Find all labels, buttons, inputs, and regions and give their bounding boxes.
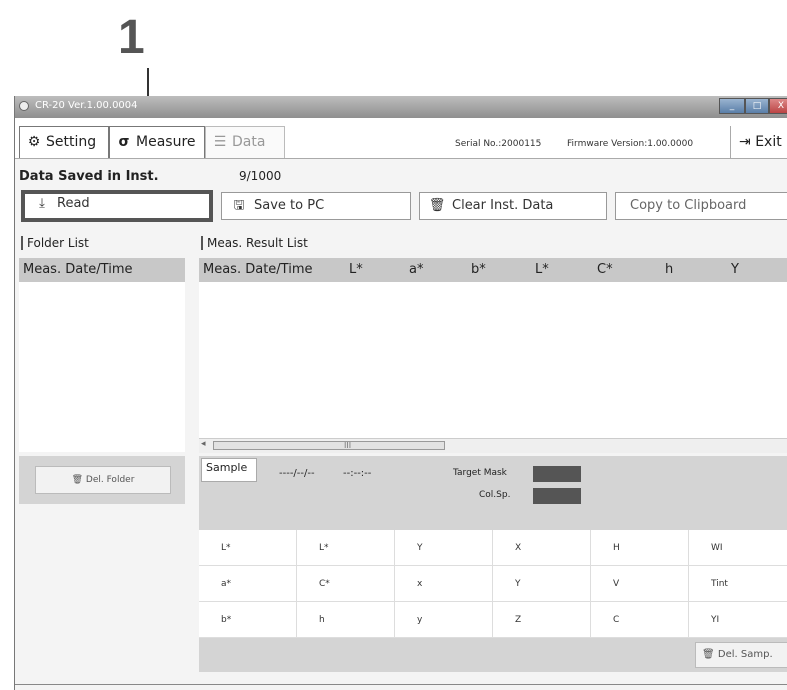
grid-cell: Z [493, 602, 591, 638]
grid-cell: WI [689, 530, 787, 566]
grid-cell: h [297, 602, 395, 638]
grid-cell: Tint [689, 566, 787, 602]
read-label: Read [57, 196, 90, 211]
tab-measure[interactable]: σ Measure [109, 126, 205, 158]
minimize-button[interactable]: _ [719, 98, 745, 114]
read-icon: ⤓ [39, 196, 45, 211]
color-space-swatch [533, 488, 581, 504]
result-column-headers: Meas. Date/Time L* a* b* L* C* h Y [199, 258, 787, 282]
col-l-star-2[interactable]: L* [535, 258, 549, 282]
read-button[interactable]: ⤓ Read [21, 190, 213, 222]
app-icon [19, 101, 29, 111]
close-button[interactable]: X [769, 98, 787, 114]
scroll-left-icon[interactable]: ◂ [201, 439, 206, 449]
tab-setting[interactable]: ⚙ Setting [19, 126, 109, 158]
save-to-pc-button[interactable]: 🖫 Save to PC [221, 192, 411, 220]
delete-sample-button[interactable]: 🗑 Del. Samp. [695, 642, 787, 668]
sample-time: --:--:-- [343, 468, 372, 479]
clear-label: Clear Inst. Data [452, 198, 554, 213]
save-label: Save to PC [254, 198, 325, 213]
delete-sample-label: Del. Samp. [717, 649, 773, 660]
exit-icon: ⇥ [739, 134, 751, 150]
clear-inst-data-button[interactable]: 🗑 Clear Inst. Data [419, 192, 607, 220]
grid-cell: C* [297, 566, 395, 602]
result-list[interactable] [199, 282, 787, 438]
grid-cell: L* [199, 530, 297, 566]
measure-icon: σ [118, 134, 130, 150]
data-saved-label: Data Saved in Inst. [19, 169, 159, 184]
grid-cell: C [591, 602, 689, 638]
grid-cell: V [591, 566, 689, 602]
folder-column-header[interactable]: Meas. Date/Time [19, 258, 185, 282]
firmware-version: Firmware Version:1.00.0000 [567, 139, 694, 149]
tab-data-label: Data [232, 134, 266, 150]
folder-list[interactable] [19, 282, 185, 452]
gear-icon: ⚙ [27, 134, 41, 150]
col-b-star[interactable]: b* [471, 258, 486, 282]
delete-folder-label: Del. Folder [85, 475, 135, 485]
delete-folder-button[interactable]: 🗑 Del. Folder [35, 466, 171, 494]
grid-cell: b* [199, 602, 297, 638]
app-window: CR-20 Ver.1.00.0004 _ □ X ⚙ Setting σ Meas… [14, 96, 787, 690]
scroll-thumb[interactable]: III [213, 441, 445, 450]
target-mask-swatch [533, 466, 581, 482]
exit-label: Exit [755, 134, 782, 150]
tab-measure-label: Measure [136, 134, 196, 150]
col-c-star[interactable]: C* [597, 258, 613, 282]
window-bottom-border [15, 684, 787, 685]
grid-cell: L* [297, 530, 395, 566]
grid-cell: Y [395, 530, 493, 566]
floppy-icon: 🖫 [233, 198, 245, 213]
sample-actions: 🗑 Del. Samp. [199, 638, 787, 672]
data-saved-value: 9/1000 [239, 169, 282, 183]
col-date-time[interactable]: Meas. Date/Time [203, 258, 312, 282]
col-y[interactable]: Y [731, 258, 739, 282]
callout-number: 1 [118, 11, 145, 64]
sample-tab[interactable]: Sample [201, 458, 257, 482]
tab-data[interactable]: ☰ Data [205, 126, 285, 158]
serial-number: Serial No.:2000115 [455, 139, 542, 149]
trash-icon: 🗑 [71, 475, 84, 485]
sample-panel: Sample ----/--/-- --:--:-- Target Mask C… [199, 456, 787, 530]
result-list-header: Meas. Result List [201, 236, 308, 250]
value-grid: L* L* Y X H WI a* C* x Y V Tint b* h y Z C YI [199, 530, 787, 638]
grid-cell: a* [199, 566, 297, 602]
grid-cell: H [591, 530, 689, 566]
col-h[interactable]: h [665, 258, 673, 282]
grid-cell: x [395, 566, 493, 602]
sample-date: ----/--/-- [279, 468, 315, 479]
target-mask-label: Target Mask [453, 468, 507, 478]
horizontal-scrollbar[interactable]: ◂ III [199, 438, 787, 453]
copy-to-clipboard-button[interactable]: Copy to Clipboard [615, 192, 787, 220]
color-space-label: Col.Sp. [479, 490, 511, 500]
copy-label: Copy to Clipboard [630, 198, 747, 213]
col-a-star[interactable]: a* [409, 258, 423, 282]
tab-setting-label: Setting [46, 134, 97, 150]
grid-cell: X [493, 530, 591, 566]
tab-bar: ⚙ Setting σ Measure ☰ Data Serial No.:20001… [15, 118, 787, 159]
list-icon: ☰ [213, 134, 227, 150]
window-title: CR-20 Ver.1.00.0004 [35, 100, 138, 111]
maximize-button[interactable]: □ [745, 98, 769, 114]
col-l-star[interactable]: L* [349, 258, 363, 282]
grid-cell: Y [493, 566, 591, 602]
folder-actions: 🗑 Del. Folder [19, 456, 185, 504]
scroll-grip-icon: III [344, 441, 352, 450]
trash-icon: 🗑 [428, 198, 446, 213]
grid-cell: YI [689, 602, 787, 638]
folder-list-header: Folder List [21, 236, 89, 250]
grid-cell: y [395, 602, 493, 638]
title-bar: CR-20 Ver.1.00.0004 _ □ X [15, 96, 787, 118]
exit-button[interactable]: ⇥ Exit [730, 126, 787, 158]
trash-icon: 🗑 [702, 649, 715, 660]
